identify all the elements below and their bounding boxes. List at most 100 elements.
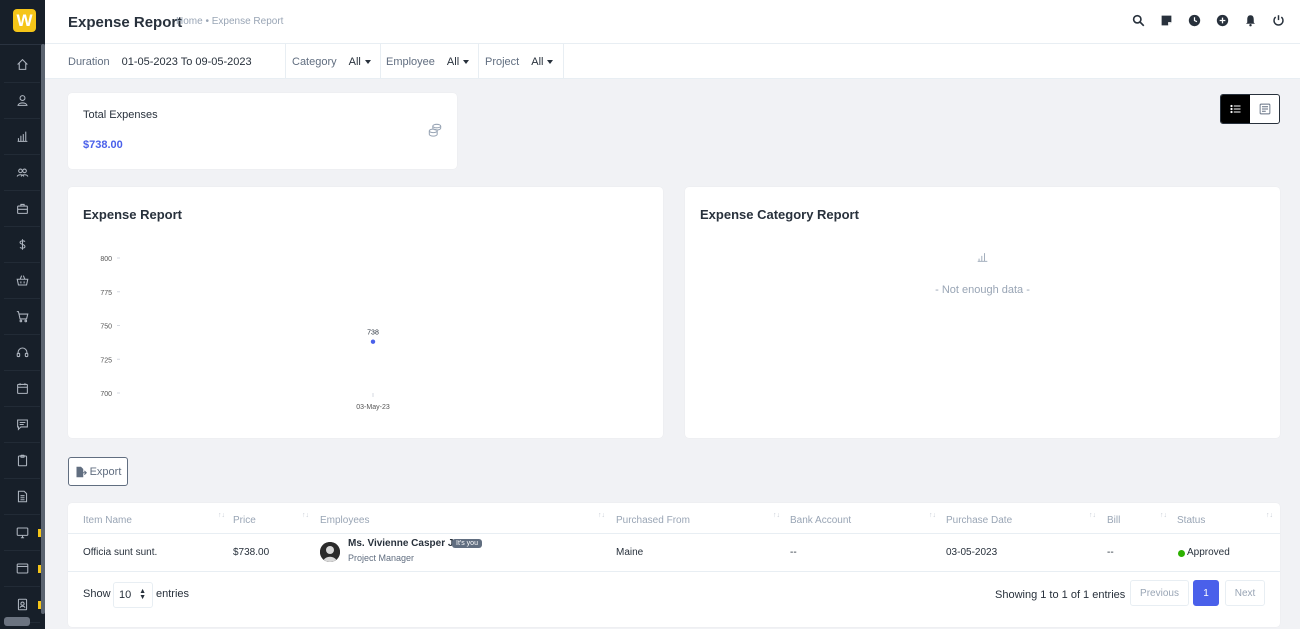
sidebar-item-knowledge-base[interactable]: [4, 479, 40, 515]
showing-info: Showing 1 to 1 of 1 entries: [995, 589, 1126, 601]
report-icon: [1259, 103, 1270, 115]
message-icon: [16, 419, 28, 431]
avatar[interactable]: [320, 542, 340, 562]
user-icon: [16, 95, 28, 106]
column-header[interactable]: Purchase Date: [946, 515, 1012, 526]
column-header[interactable]: Price: [233, 515, 256, 526]
sidebar-new-badge: [38, 601, 41, 609]
chart-bars-icon: [17, 131, 27, 142]
y-tick-label: 775: [100, 290, 112, 297]
expense-report-card: Expense Report 800 775 750 725 700 03-May-23 7…: [68, 187, 663, 438]
sidebar-item-events[interactable]: [4, 371, 40, 407]
sidebar-item-hr[interactable]: [4, 155, 40, 191]
employee-value[interactable]: All: [447, 56, 459, 68]
sidebar-item-profile[interactable]: [4, 83, 40, 119]
sidebar-collapse-handle[interactable]: [4, 617, 30, 626]
status-dot: [1178, 550, 1185, 557]
sort-icon[interactable]: ↑↓: [218, 512, 225, 519]
search-icon[interactable]: [1131, 13, 1145, 27]
bank-account-cell: --: [790, 547, 797, 558]
chevron-down-icon: [364, 59, 371, 64]
sidebar-item-orders[interactable]: [4, 299, 40, 335]
column-header[interactable]: Bill: [1107, 515, 1120, 526]
table-header: Item Name ↑↓ Price ↑↓ Employees ↑↓ Purch…: [68, 503, 1280, 534]
purchase-date-cell: 03-05-2023: [946, 547, 998, 558]
its-you-badge: It's you: [452, 539, 482, 548]
sidebar-divider: [0, 44, 45, 45]
column-header[interactable]: Item Name: [83, 515, 132, 526]
coins-icon: [428, 123, 442, 137]
total-expenses-value: $738.00: [83, 139, 123, 151]
file-export-icon: [76, 466, 87, 477]
sort-icon[interactable]: ↑↓: [1266, 512, 1273, 519]
users-icon: [16, 168, 28, 177]
previous-page-button[interactable]: Previous: [1130, 580, 1189, 606]
sidebar-item-leads[interactable]: [4, 119, 40, 155]
sort-icon[interactable]: ↑↓: [929, 512, 936, 519]
sort-icon[interactable]: ↑↓: [598, 512, 605, 519]
breadcrumb[interactable]: Home • Expense Report: [176, 16, 283, 27]
next-page-button[interactable]: Next: [1225, 580, 1265, 606]
clipboard-icon: [17, 454, 27, 467]
sort-icon[interactable]: ↑↓: [1160, 512, 1167, 519]
sort-updown-icon: ▲ ▼: [139, 588, 146, 601]
sidebar-item-payroll[interactable]: [4, 551, 40, 587]
sort-icon[interactable]: ↑↓: [773, 512, 780, 519]
add-circle-icon[interactable]: [1215, 13, 1229, 27]
expense-chart: 800 775 750 725 700 03-May-23 738: [100, 256, 390, 411]
column-header[interactable]: Employees: [320, 515, 369, 526]
sort-icon[interactable]: ↑↓: [1089, 512, 1096, 519]
item-name-cell: Officia sunt sunt.: [83, 547, 158, 558]
data-label: 738: [367, 330, 379, 337]
sidebar-item-work[interactable]: [4, 191, 40, 227]
bell-icon[interactable]: [1243, 13, 1257, 27]
headset-icon: [16, 347, 28, 358]
sidebar-item-products[interactable]: [4, 263, 40, 299]
entries-select[interactable]: 10 ▲ ▼: [113, 582, 153, 608]
column-header[interactable]: Status: [1177, 515, 1205, 526]
table-row[interactable]: Officia sunt sunt. $738.00 Ms. Vivienne …: [68, 534, 1280, 572]
page-1-button[interactable]: 1: [1193, 580, 1219, 606]
sidebar-item-dashboard[interactable]: [4, 47, 40, 83]
duration-label: Duration: [68, 55, 110, 68]
project-filter[interactable]: Project All: [485, 44, 564, 79]
export-label: Export: [89, 465, 122, 478]
x-tick-label: 03-May-23: [356, 404, 390, 411]
sidebar-item-assets[interactable]: [4, 515, 40, 551]
view-toggle: [1220, 94, 1280, 124]
page-title: Expense Report: [68, 14, 183, 31]
chevron-down-icon: [547, 59, 554, 64]
dollar-icon: [19, 239, 25, 250]
clock-icon[interactable]: [1187, 13, 1201, 27]
duration-filter[interactable]: Duration 01-05-2023 To 09-05-2023: [68, 44, 286, 79]
entries-label: entries: [156, 588, 190, 600]
app-logo[interactable]: W: [13, 9, 36, 32]
category-filter[interactable]: Category All: [292, 44, 381, 79]
duration-value[interactable]: 01-05-2023 To 09-05-2023: [122, 56, 252, 68]
employee-filter[interactable]: Employee All: [386, 44, 479, 79]
sort-icon[interactable]: ↑↓: [302, 512, 309, 519]
sidebar: W: [0, 0, 45, 629]
column-header[interactable]: Purchased From: [616, 515, 690, 526]
list-view-button[interactable]: [1221, 95, 1250, 123]
sidebar-scrollbar[interactable]: [41, 44, 45, 614]
sidebar-item-tickets[interactable]: [4, 335, 40, 371]
category-value[interactable]: All: [349, 56, 361, 68]
window-icon: [16, 563, 28, 574]
sidebar-item-finance[interactable]: [4, 227, 40, 263]
sticky-note-icon[interactable]: [1159, 13, 1173, 27]
monitor-icon: [16, 527, 28, 539]
sidebar-item-messages[interactable]: [4, 407, 40, 443]
data-point[interactable]: [370, 339, 376, 344]
y-tick-label: 750: [100, 324, 112, 331]
list-icon: [1229, 104, 1240, 114]
sidebar-item-notices[interactable]: [4, 443, 40, 479]
briefcase-icon: [16, 203, 28, 214]
employee-name[interactable]: Ms. Vivienne Casper Jr.: [348, 538, 460, 549]
power-icon[interactable]: [1271, 13, 1285, 27]
column-header[interactable]: Bank Account: [790, 515, 851, 526]
report-view-button[interactable]: [1250, 95, 1279, 123]
export-button[interactable]: Export: [68, 457, 128, 486]
project-value[interactable]: All: [531, 56, 543, 68]
chart-bars-icon: [977, 253, 988, 262]
